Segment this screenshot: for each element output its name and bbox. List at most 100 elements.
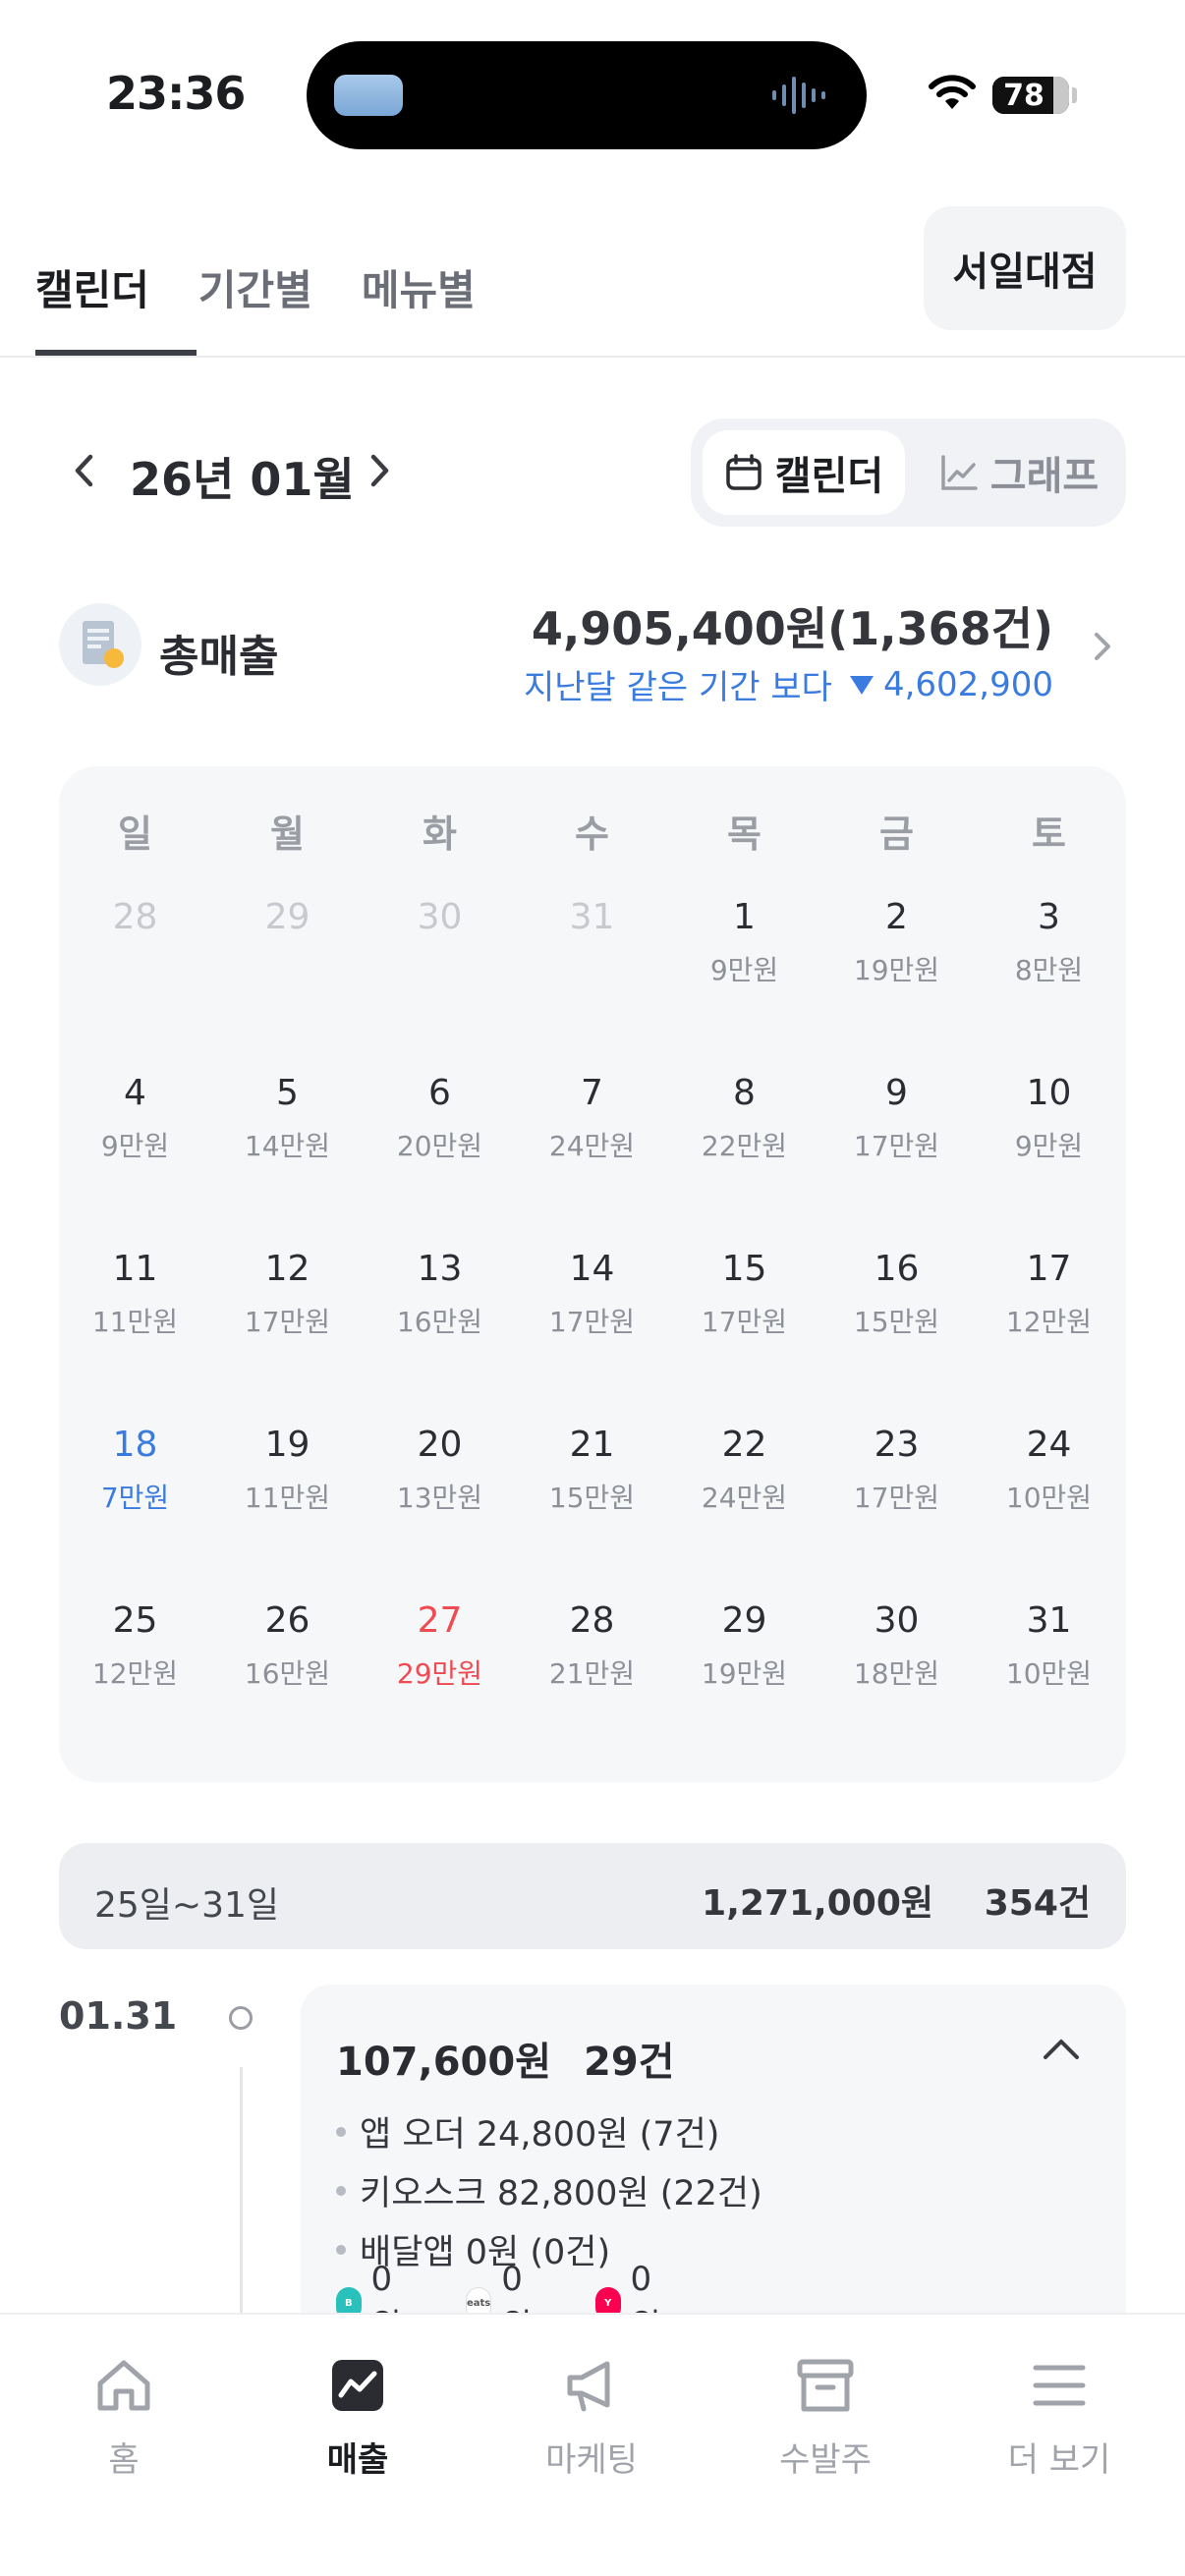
day-number: 30	[874, 1600, 920, 1641]
previous-month-button[interactable]	[59, 446, 108, 495]
compare-value: 4,602,900	[882, 664, 1053, 704]
day-sales-amount: 11만원	[244, 1482, 331, 1514]
calendar-day-cell[interactable]: 9 17만원	[820, 1074, 973, 1162]
graph-view-button[interactable]: 그래프	[923, 430, 1115, 515]
top-tabs: 캘린더 기간별 메뉴별	[35, 257, 476, 317]
calendar-day-cell[interactable]: 19 11만원	[211, 1426, 364, 1514]
calendar-day-cell[interactable]: 17 12만원	[973, 1250, 1125, 1338]
nav-more[interactable]: 더 보기	[961, 2354, 1157, 2481]
calendar-day-cell[interactable]: 29 19만원	[668, 1601, 820, 1690]
calendar-day-cell[interactable]: 6 20만원	[364, 1074, 516, 1162]
app-order-line: 앱 오더 24,800원 (7건)	[336, 2106, 719, 2156]
calendar-icon	[726, 454, 762, 490]
calendar-view-label: 캘린더	[774, 454, 884, 499]
calendar-day-cell[interactable]: 8 22만원	[668, 1074, 820, 1162]
calendar-day-cell[interactable]: 23 17만원	[820, 1426, 973, 1514]
calendar-day-cell[interactable]: 4 9만원	[59, 1074, 211, 1162]
decrease-triangle-icon	[849, 675, 874, 695]
day-number: 30	[417, 897, 463, 937]
calendar-day-cell[interactable]: 7 24만원	[516, 1074, 668, 1162]
day-sales-amount: 16만원	[244, 1657, 331, 1690]
home-icon	[97, 2360, 150, 2411]
calendar-day-cell[interactable]: 11 11만원	[59, 1250, 211, 1338]
chevron-right-icon	[1095, 633, 1110, 660]
wifi-icon	[929, 75, 976, 109]
day-number: 6	[428, 1073, 451, 1113]
day-number: 4	[124, 1073, 146, 1113]
day-sales-amount: 7만원	[100, 1482, 170, 1514]
daily-amount: 107,600원	[336, 2040, 551, 2085]
calendar-day-cell[interactable]: 28 21만원	[516, 1601, 668, 1690]
calendar-day-cell[interactable]: 10 9만원	[973, 1074, 1125, 1162]
day-number: 13	[417, 1249, 463, 1289]
calendar-day-cell[interactable]: 1 9만원	[668, 898, 820, 986]
day-sales-amount: 15만원	[853, 1306, 940, 1338]
tab-by-period[interactable]: 기간별	[198, 257, 312, 317]
day-sales-amount: 13만원	[396, 1482, 483, 1514]
calendar-day-cell[interactable]: 13 16만원	[364, 1250, 516, 1338]
day-number: 28	[569, 1600, 615, 1641]
total-sales-detail-button[interactable]	[1089, 629, 1116, 664]
nav-sales[interactable]: 매출	[259, 2354, 456, 2481]
calendar-day-cell: 31	[516, 898, 668, 955]
calendar-day-cell[interactable]: 14 17만원	[516, 1250, 668, 1338]
week-count: 354건	[984, 1883, 1091, 1924]
day-number: 14	[569, 1249, 615, 1289]
timeline-dot	[229, 2006, 253, 2030]
megaphone-icon	[567, 2361, 610, 2412]
weekday-header: 토	[1032, 812, 1066, 856]
week-summary-bar: 25일~31일 1,271,000원 354건	[59, 1843, 1126, 1949]
calendar-day-cell[interactable]: 24 10만원	[973, 1426, 1125, 1514]
calendar-day-cell[interactable]: 31 10만원	[973, 1601, 1125, 1690]
day-number: 2	[885, 897, 908, 937]
calendar-view-button[interactable]: 캘린더	[703, 430, 905, 515]
day-sales-amount: 17만원	[853, 1482, 940, 1514]
tab-by-menu[interactable]: 메뉴별	[362, 257, 476, 317]
day-sales-amount: 10만원	[1005, 1657, 1093, 1690]
calendar-day-cell[interactable]: 12 17만원	[211, 1250, 364, 1338]
day-number: 29	[721, 1600, 767, 1641]
day-sales-amount: 9만원	[100, 1130, 170, 1162]
calendar-day-cell[interactable]: 30 18만원	[820, 1601, 973, 1690]
day-sales-amount: 8만원	[1014, 954, 1084, 986]
nav-orders[interactable]: 수발주	[727, 2354, 924, 2481]
calendar-day-cell[interactable]: 25 12만원	[59, 1601, 211, 1690]
day-number: 9	[885, 1073, 908, 1113]
day-number: 5	[276, 1073, 299, 1113]
day-number: 11	[112, 1249, 158, 1289]
calendar-day-cell[interactable]: 3 8만원	[973, 898, 1125, 986]
calendar-day-cell[interactable]: 21 15만원	[516, 1426, 668, 1514]
status-time: 23:36	[106, 67, 246, 120]
day-number: 8	[733, 1073, 756, 1113]
weekday-header: 수	[575, 812, 609, 856]
weekday-header: 일	[118, 812, 152, 856]
calendar-day-cell: 30	[364, 898, 516, 955]
calendar-day-cell[interactable]: 20 13만원	[364, 1426, 516, 1514]
day-sales-amount: 10만원	[1005, 1482, 1093, 1514]
bottom-navigation: 홈 매출 마케팅 수발주 더 보기	[0, 2313, 1185, 2576]
calendar-day-cell[interactable]: 15 17만원	[668, 1250, 820, 1338]
calendar-day-cell[interactable]: 18 7만원	[59, 1426, 211, 1514]
day-sales-amount: 11만원	[91, 1306, 179, 1338]
day-number: 31	[569, 897, 615, 937]
week-range: 25일~31일	[94, 1885, 280, 1926]
day-sales-amount: 14만원	[244, 1130, 331, 1162]
tab-calendar[interactable]: 캘린더	[35, 257, 149, 317]
calendar-day-cell[interactable]: 5 14만원	[211, 1074, 364, 1162]
nav-home[interactable]: 홈	[26, 2354, 222, 2481]
store-selector-button[interactable]: 서일대점	[924, 206, 1126, 330]
day-sales-amount: 24만원	[701, 1482, 788, 1514]
audio-wave-icon	[772, 77, 825, 114]
next-month-button[interactable]	[356, 446, 405, 495]
total-sales-amount[interactable]: 4,905,400원(1,368건)	[532, 593, 1053, 658]
calendar-day-cell[interactable]: 22 24만원	[668, 1426, 820, 1514]
calendar-day-cell[interactable]: 2 19만원	[820, 898, 973, 986]
calendar-day-cell[interactable]: 26 16만원	[211, 1601, 364, 1690]
weekday-header: 화	[423, 812, 457, 856]
day-sales-amount: 17만원	[548, 1306, 636, 1338]
nav-marketing[interactable]: 마케팅	[493, 2354, 690, 2481]
calendar-day-cell[interactable]: 16 15만원	[820, 1250, 973, 1338]
battery-icon: 78	[992, 77, 1069, 114]
collapse-button[interactable]	[1040, 2034, 1083, 2063]
calendar-day-cell[interactable]: 27 29만원	[364, 1601, 516, 1690]
